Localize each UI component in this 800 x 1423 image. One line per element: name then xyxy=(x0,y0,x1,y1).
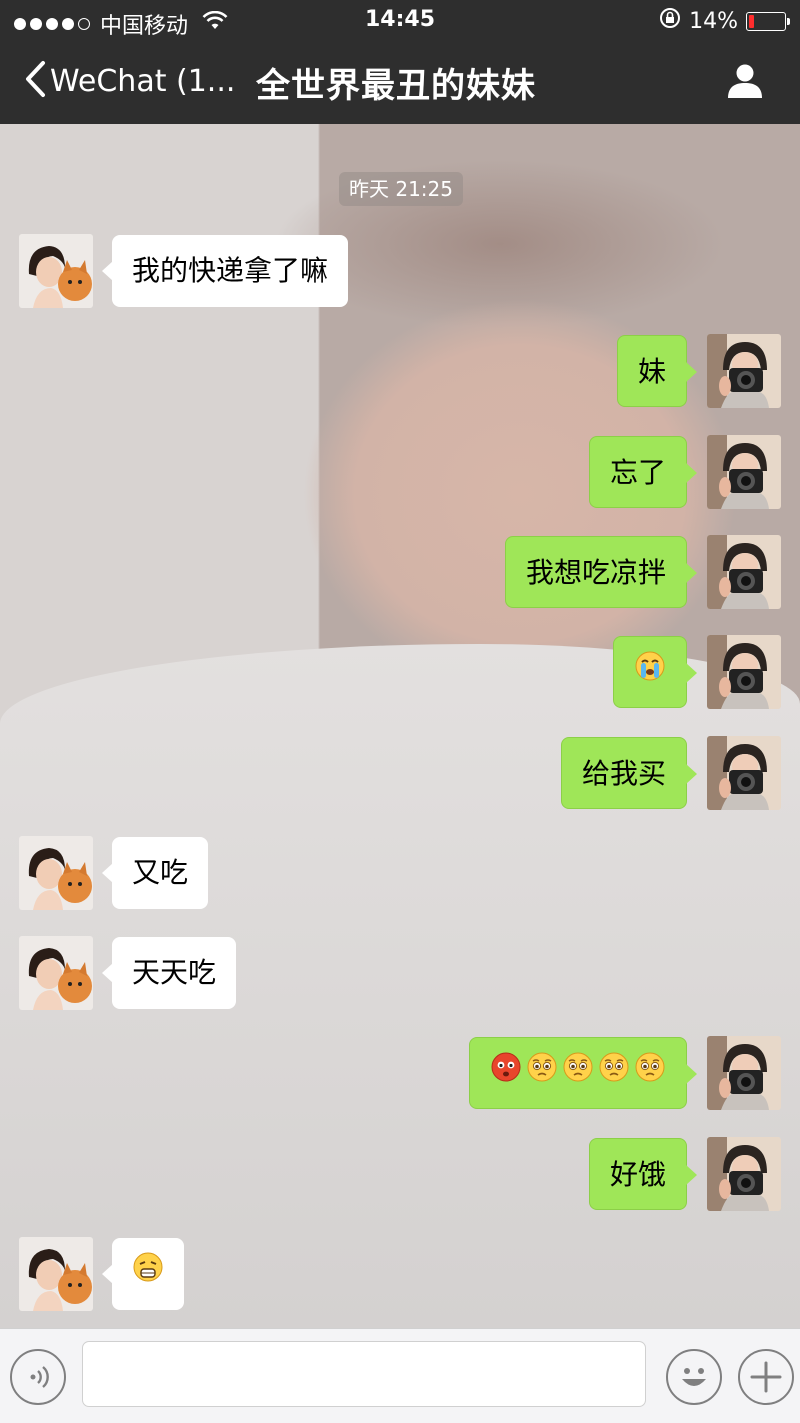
message-text: 我的快递拿了嘛 xyxy=(132,254,329,287)
emoji-group xyxy=(132,1238,164,1310)
incoming-message[interactable]: 天天吃 xyxy=(101,937,237,1009)
emoji-group xyxy=(490,1038,666,1110)
my-avatar[interactable] xyxy=(707,1036,781,1110)
profile-button[interactable] xyxy=(726,62,764,104)
plus-icon xyxy=(748,1359,784,1399)
emoji-button[interactable] xyxy=(666,1349,722,1405)
chat-title: 全世界最丑的妹妹 xyxy=(256,66,536,106)
message-text: 妹 xyxy=(637,355,666,388)
contact-avatar[interactable] xyxy=(19,836,93,910)
battery-percent: 14% xyxy=(689,8,738,34)
outgoing-message[interactable]: 我想吃凉拌 xyxy=(504,536,698,608)
my-avatar[interactable] xyxy=(707,736,781,810)
my-avatar[interactable] xyxy=(707,635,781,709)
sad-emoji xyxy=(634,1038,666,1110)
triumph-emoji xyxy=(132,1238,164,1310)
contact-avatar[interactable] xyxy=(19,1237,93,1311)
contact-avatar[interactable] xyxy=(19,234,93,308)
more-button[interactable] xyxy=(738,1349,794,1405)
my-avatar[interactable] xyxy=(707,1137,781,1211)
message-text: 忘了 xyxy=(609,456,666,489)
incoming-message[interactable]: 我的快递拿了嘛 xyxy=(101,235,349,307)
contact-avatar[interactable] xyxy=(19,936,93,1010)
input-bar xyxy=(0,1328,800,1423)
sad-emoji xyxy=(598,1038,630,1110)
outgoing-message[interactable]: 忘了 xyxy=(588,436,698,508)
outgoing-message[interactable]: 妹 xyxy=(616,335,698,407)
my-avatar[interactable] xyxy=(707,334,781,408)
message-text: 我想吃凉拌 xyxy=(525,556,666,589)
angry-red-emoji xyxy=(490,1038,522,1110)
outgoing-message[interactable] xyxy=(613,636,697,709)
message-input[interactable] xyxy=(82,1341,646,1407)
back-button[interactable]: WeChat (1... xyxy=(24,60,235,102)
smiley-icon xyxy=(672,1355,716,1403)
voice-icon xyxy=(22,1361,54,1397)
outgoing-message[interactable]: 给我买 xyxy=(560,737,698,809)
outgoing-message[interactable] xyxy=(469,1037,697,1110)
incoming-message[interactable] xyxy=(102,1238,184,1310)
nav-bar: WeChat (1... 全世界最丑的妹妹 xyxy=(0,40,800,124)
incoming-message[interactable]: 又吃 xyxy=(101,837,209,909)
person-icon xyxy=(726,64,764,104)
my-avatar[interactable] xyxy=(707,535,781,609)
chat-area[interactable]: 昨天 21:25 我的快递拿了嘛妹忘了我想吃凉拌给我买又吃天天吃好饿 xyxy=(0,124,800,1328)
message-text: 好饿 xyxy=(609,1158,666,1191)
emoji-group xyxy=(634,637,666,709)
message-text: 又吃 xyxy=(132,856,189,889)
battery-level xyxy=(749,14,754,28)
crying-emoji xyxy=(634,637,666,709)
back-label: WeChat (1... xyxy=(50,63,236,99)
voice-button[interactable] xyxy=(10,1349,66,1405)
status-bar: 中国移动 14:45 14% xyxy=(0,0,800,40)
my-avatar[interactable] xyxy=(707,435,781,509)
chat-timestamp: 昨天 21:25 xyxy=(339,172,463,206)
status-right: 14% xyxy=(659,7,790,35)
sad-emoji xyxy=(526,1038,558,1110)
message-text: 天天吃 xyxy=(132,956,217,989)
rotation-lock-icon xyxy=(659,7,681,35)
battery-icon xyxy=(746,11,790,31)
outgoing-message[interactable]: 好饿 xyxy=(588,1138,698,1210)
message-text: 给我买 xyxy=(581,757,666,790)
chevron-left-icon xyxy=(24,60,46,102)
sad-emoji xyxy=(562,1038,594,1110)
